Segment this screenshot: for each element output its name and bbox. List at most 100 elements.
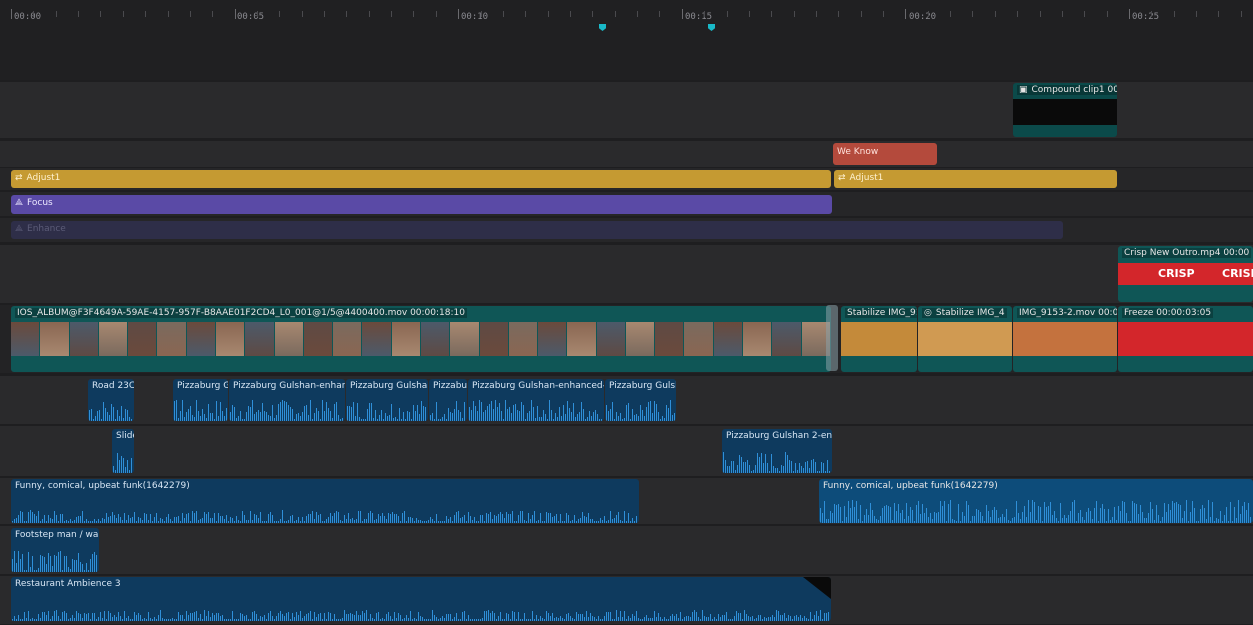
audio-clip[interactable]: Pizzaburg Gulshan-enhanced-v (468, 379, 604, 421)
ambience-clip[interactable]: Restaurant Ambience 3 (11, 577, 831, 621)
waveform-bar (248, 520, 249, 523)
waveform-bar (246, 615, 247, 621)
waveform-bar (632, 409, 633, 421)
waveform-bar (124, 611, 125, 621)
waveform-bar (420, 520, 421, 523)
waveform-bar (499, 403, 500, 421)
adjust-clip[interactable]: ⇄ Adjust1 (11, 170, 831, 188)
waveform-bar (1130, 521, 1131, 523)
audio-clip[interactable]: Pizzabu (429, 379, 467, 421)
waveform-bar (956, 521, 957, 523)
waveform-bar (868, 515, 869, 523)
waveform-bar (415, 411, 416, 421)
waveform-bar (666, 405, 667, 421)
waveform-bar (820, 508, 821, 523)
waveform-bar (358, 511, 359, 523)
waveform-bar (104, 611, 105, 621)
waveform-bar (316, 408, 317, 421)
waveform-bar (1032, 500, 1033, 523)
waveform-bar (110, 516, 111, 523)
waveform-bar (146, 514, 147, 523)
waveform-bar (186, 611, 187, 621)
waveform-bar (1018, 513, 1019, 523)
outro-clip[interactable]: Crisp New Outro.mp4 00:00 CRISP CRISP (1118, 246, 1253, 302)
waveform-bar (656, 617, 657, 621)
waveform-bar (349, 406, 350, 421)
title-clip[interactable]: We Know (833, 143, 937, 165)
waveform-bar (500, 612, 501, 621)
waveform-bar (1112, 517, 1113, 523)
compound-clip[interactable]: ▣ Compound clip1 00 (1013, 83, 1117, 137)
waveform-bar (622, 419, 623, 421)
audio-clip[interactable]: Pizzaburg Gulshan- (346, 379, 428, 421)
enhance-clip[interactable]: ⟁ Enhance (11, 221, 1063, 239)
waveform-bar (751, 471, 752, 473)
waveform-bar (204, 512, 205, 523)
waveform-bar (480, 619, 481, 621)
audio-clip[interactable]: Pizzaburg Gulshan 2-enh (722, 429, 832, 473)
waveform-bar (918, 501, 919, 523)
timeline-ruler[interactable]: 00:00 00:05 00:10 00:15 00:20 00:25 (0, 0, 1253, 80)
marker-icon[interactable] (708, 24, 715, 31)
marker-icon[interactable] (599, 24, 606, 31)
waveform-bar (1158, 515, 1159, 523)
waveform-bar (549, 400, 550, 421)
playhead-handle[interactable] (826, 305, 838, 371)
freeze-clip[interactable]: Freeze 00:00:03:05 (1118, 306, 1253, 372)
waveform-bar (338, 619, 339, 621)
audio-clip[interactable]: Slide (112, 429, 134, 473)
adjust-clip[interactable]: ⇄ Adjust1 (834, 170, 1117, 188)
waveform-bar (492, 611, 493, 621)
waveform-bar (248, 406, 249, 421)
waveform-bar (98, 519, 99, 523)
waveform-bar (1182, 518, 1183, 523)
main-video-clip[interactable]: IOS_ALBUM@F3F4649A-59AE-4157-957F-B8AAE0… (11, 306, 831, 372)
waveform-bar (250, 407, 251, 421)
waveform-bar (1060, 503, 1061, 523)
focus-clip[interactable]: ⟁ Focus (11, 195, 832, 214)
music-clip[interactable]: Funny, comical, upbeat funk(1642279) (11, 479, 639, 523)
img-clip[interactable]: IMG_9153-2.mov 00:00 (1013, 306, 1117, 372)
stabilize-clip[interactable]: Stabilize IMG_91 (841, 306, 917, 372)
waveform-bar (530, 519, 531, 523)
video-thumbnail (684, 322, 713, 356)
waveform-bar (320, 613, 321, 621)
waveform-bar (484, 611, 485, 621)
waveform-bar (118, 514, 119, 523)
waveform-bar (886, 505, 887, 523)
waveform-bar (342, 521, 343, 523)
waveform-bar (184, 619, 185, 621)
audio-clip[interactable]: Pizzaburg Gulshan-enhanc (229, 379, 345, 421)
waveform-bar (391, 404, 392, 421)
video-thumbnail (596, 322, 625, 356)
waveform-bar (130, 619, 131, 621)
waveform-bar (123, 458, 124, 473)
footstep-clip[interactable]: Footstep man / wal (11, 528, 99, 572)
waveform-bar (624, 511, 625, 523)
waveform-bar (978, 510, 979, 523)
waveform-bar (397, 419, 398, 421)
audio-clip[interactable]: Pizzaburg Gulsh (605, 379, 676, 421)
waveform-bar (960, 521, 961, 523)
waveform-bar (298, 615, 299, 621)
waveform-bar (588, 617, 589, 621)
waveform-bar (832, 513, 833, 523)
waveform-bar (426, 619, 427, 621)
ruler-tick (614, 11, 616, 17)
waveform-bar (1138, 514, 1139, 523)
waveform-bar (976, 509, 977, 523)
waveform-bar (684, 617, 685, 621)
waveform-bar (194, 417, 195, 421)
audio-clip[interactable]: Pizzaburg G (173, 379, 228, 421)
music-clip[interactable]: Funny, comical, upbeat funk(1642279) (819, 479, 1253, 523)
waveform-bar (361, 419, 362, 421)
stabilize-clip[interactable]: ◎ Stabilize IMG_4 (918, 306, 1012, 372)
waveform-bar (72, 521, 73, 523)
waveform-bar (1224, 515, 1225, 523)
fade-out-handle[interactable] (803, 577, 831, 599)
waveform-bar (128, 515, 129, 523)
audio-clip[interactable]: Road 23C (88, 379, 134, 421)
waveform-bar (68, 567, 69, 572)
waveform-bar (324, 411, 325, 421)
waveform-bar (1166, 512, 1167, 523)
